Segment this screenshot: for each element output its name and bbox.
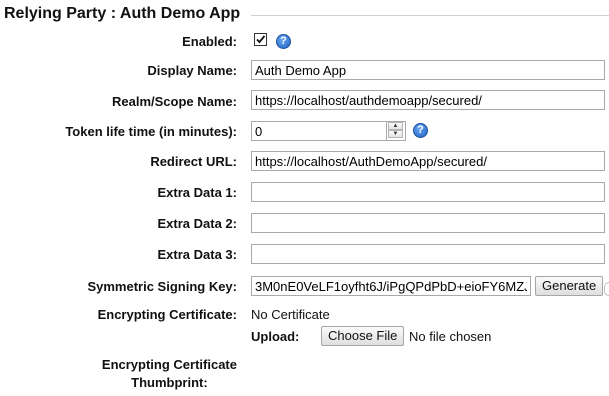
extra-data-2-input[interactable] <box>251 213 605 233</box>
extra-data-1-label: Extra Data 1: <box>157 185 237 200</box>
enabled-checkbox[interactable] <box>254 33 267 46</box>
thumbprint-label-line1: Encrypting Certificate <box>101 357 237 372</box>
generate-button[interactable]: Generate <box>535 276 604 296</box>
signing-key-label: Symmetric Signing Key: <box>87 279 237 294</box>
display-name-input[interactable] <box>251 60 605 80</box>
enabled-label: Enabled: <box>182 34 237 49</box>
page-title: Relying Party : Auth Demo App <box>4 5 241 22</box>
encrypting-cert-label: Encrypting Certificate: <box>97 307 237 322</box>
thumbprint-label: Encrypting Certificate Thumbprint: <box>102 356 237 392</box>
stepper-down-icon[interactable]: ▼ <box>388 130 403 138</box>
stepper-up-icon[interactable]: ▲ <box>388 122 403 130</box>
realm-label: Realm/Scope Name: <box>112 94 237 109</box>
signing-key-input[interactable] <box>251 276 531 296</box>
redirect-url-input[interactable] <box>251 151 605 171</box>
choose-file-button[interactable]: Choose File <box>321 326 405 346</box>
extra-data-2-label: Extra Data 2: <box>157 216 237 231</box>
title-divider <box>251 15 609 16</box>
extra-data-3-input[interactable] <box>251 244 605 264</box>
help-icon[interactable]: ? <box>413 123 428 138</box>
file-status: No file chosen <box>409 329 492 344</box>
thumbprint-label-line2: Thumbprint: <box>131 375 208 390</box>
realm-input[interactable] <box>251 90 605 110</box>
checkmark-icon <box>256 35 266 44</box>
clipped-control <box>604 282 609 296</box>
token-lifetime-label: Token life time (in minutes): <box>65 124 237 139</box>
token-lifetime-stepper[interactable]: ▲ ▼ <box>386 122 404 140</box>
upload-label: Upload: <box>251 329 300 344</box>
extra-data-3-label: Extra Data 3: <box>157 247 237 262</box>
encrypting-cert-status: No Certificate <box>251 307 330 322</box>
extra-data-1-input[interactable] <box>251 182 605 202</box>
help-icon[interactable]: ? <box>276 34 291 49</box>
display-name-label: Display Name: <box>147 63 237 78</box>
token-lifetime-input[interactable] <box>251 121 406 141</box>
redirect-url-label: Redirect URL: <box>150 154 237 169</box>
